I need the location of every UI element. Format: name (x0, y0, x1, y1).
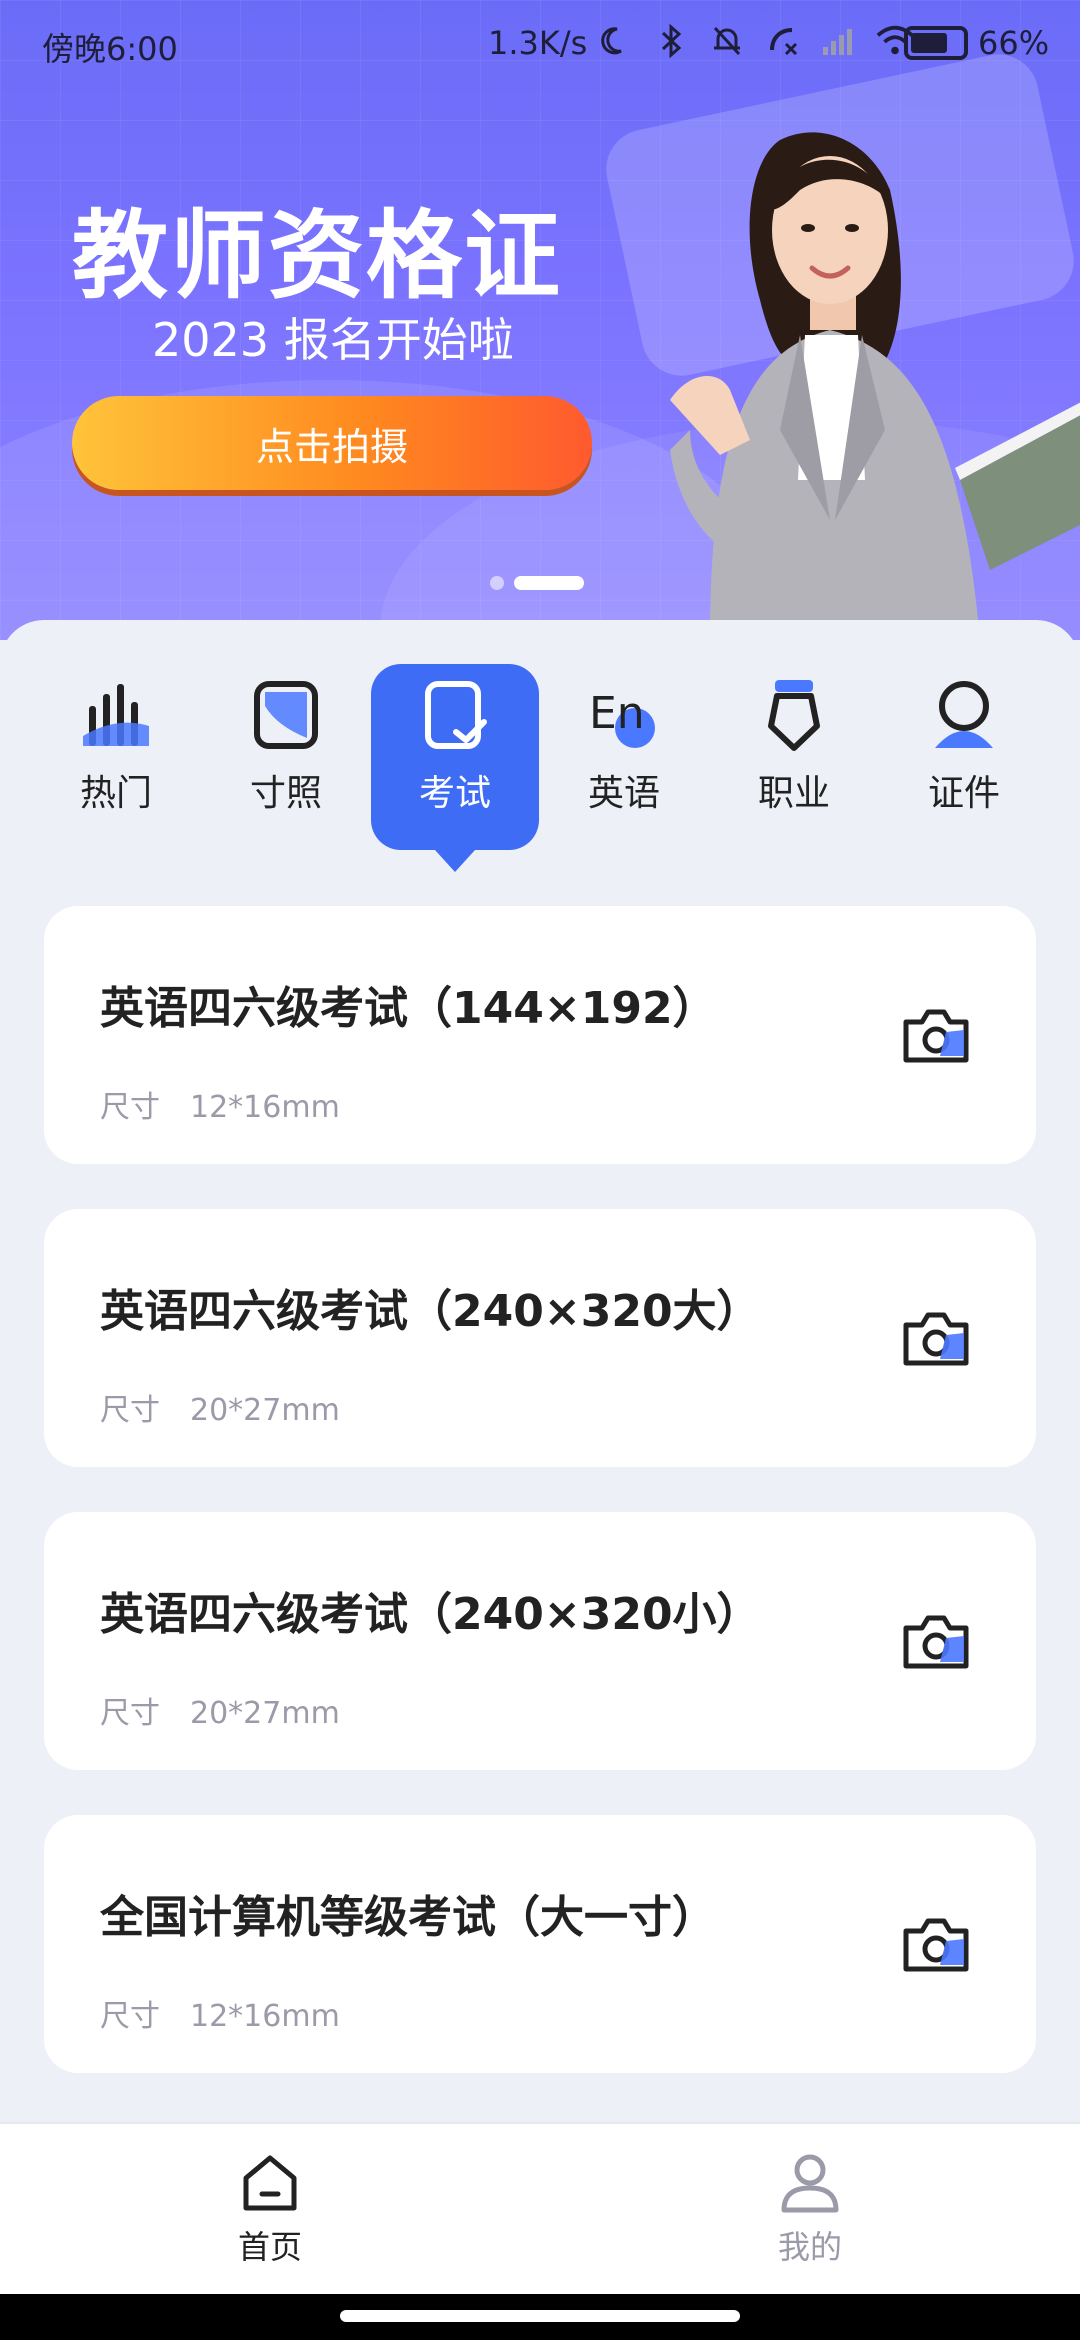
photo-frame-icon (254, 681, 318, 749)
tab-label: 证件 (927, 773, 1000, 814)
tab-label: 热门 (79, 773, 152, 814)
size-label: 尺寸 (100, 1090, 160, 1125)
home-indicator[interactable] (340, 2310, 740, 2322)
size-value: 20*27mm (190, 1696, 340, 1731)
svg-text:En: En (589, 688, 645, 739)
tab-id[interactable]: 证件 (880, 664, 1048, 850)
tab-exam[interactable]: 考试 (371, 664, 539, 872)
user-icon (781, 2154, 839, 2213)
moon-icon (596, 22, 634, 60)
tab-label: 考试 (418, 773, 491, 814)
camera-icon[interactable] (900, 1612, 972, 1672)
size-label: 尺寸 (100, 1696, 160, 1731)
badge-icon (768, 680, 820, 751)
size-label: 尺寸 (100, 1999, 160, 2034)
tab-label: 英语 (587, 773, 660, 814)
camera-icon[interactable] (900, 1915, 972, 1975)
banner-title: 教师资格证 (72, 200, 562, 312)
item-title: 英语四六级考试（144×192） (100, 983, 717, 1034)
page-dot (490, 576, 504, 590)
item-size: 尺寸 12*16mm (100, 1991, 340, 2035)
nav-mine[interactable]: 我的 (710, 2150, 910, 2268)
page-dot-active (514, 576, 584, 590)
item-title: 全国计算机等级考试（大一寸） (100, 1892, 716, 1943)
banner-subtitle: 2023 报名开始啦 (152, 313, 514, 367)
camera-icon[interactable] (900, 1309, 972, 1369)
bluetooth-icon (652, 22, 690, 60)
exam-check-icon (425, 681, 487, 749)
mute-bell-icon (708, 22, 746, 60)
nav-home[interactable]: 首页 (170, 2150, 370, 2268)
item-size: 尺寸 12*16mm (100, 1082, 340, 1126)
list-item[interactable]: 英语四六级考试（240×320大） 尺寸 20*27mm (44, 1209, 1036, 1467)
signal-icon (820, 22, 858, 60)
size-value: 20*27mm (190, 1393, 340, 1428)
nav-label: 我的 (777, 2228, 842, 2266)
tab-label: 职业 (757, 773, 830, 814)
nav-label: 首页 (237, 2228, 302, 2266)
bar-chart-icon (83, 684, 149, 746)
item-size: 尺寸 20*27mm (100, 1688, 340, 1732)
battery-icon (904, 26, 968, 60)
status-icons (596, 22, 914, 60)
home-icon (243, 2155, 297, 2211)
item-size: 尺寸 20*27mm (100, 1385, 340, 1429)
call-forward-icon (764, 22, 802, 60)
size-label: 尺寸 (100, 1393, 160, 1428)
hero-banner[interactable]: 教师资格证 2023 报名开始啦 点击拍摄 傍晚6:00 1.3K/s 66% (0, 0, 1080, 640)
banner-page-indicator (490, 576, 584, 590)
camera-icon[interactable] (900, 1006, 972, 1066)
status-network-speed: 1.3K/s (488, 24, 588, 62)
battery-indicator: 66% (904, 24, 1049, 62)
tab-hot[interactable]: 热门 (32, 664, 200, 850)
status-bar: 傍晚6:00 1.3K/s 66% (0, 0, 1080, 90)
bottom-navigation: 首页 我的 (0, 2122, 1080, 2294)
english-en-icon: En (589, 688, 655, 748)
category-tabs: 热门 寸照 考试 En 英语 职业 证件 (0, 640, 1080, 872)
battery-percent: 66% (978, 24, 1050, 62)
tab-english[interactable]: En 英语 (540, 664, 708, 850)
id-person-icon (935, 681, 993, 748)
list-item[interactable]: 全国计算机等级考试（大一寸） 尺寸 12*16mm (44, 1815, 1036, 2073)
size-value: 12*16mm (190, 1999, 340, 2034)
status-time: 傍晚6:00 (42, 30, 178, 68)
tab-career[interactable]: 职业 (710, 664, 878, 850)
item-title: 英语四六级考试（240×320大） (100, 1286, 761, 1337)
list-item[interactable]: 英语四六级考试（240×320小） 尺寸 20*27mm (44, 1512, 1036, 1770)
teacher-illustration (670, 132, 1080, 640)
size-value: 12*16mm (190, 1090, 340, 1125)
tab-inch-photo[interactable]: 寸照 (202, 664, 370, 850)
banner-shoot-button[interactable]: 点击拍摄 (72, 396, 592, 490)
tab-label: 寸照 (249, 773, 322, 814)
list-item[interactable]: 英语四六级考试（144×192） 尺寸 12*16mm (44, 906, 1036, 1164)
item-title: 英语四六级考试（240×320小） (100, 1589, 761, 1640)
